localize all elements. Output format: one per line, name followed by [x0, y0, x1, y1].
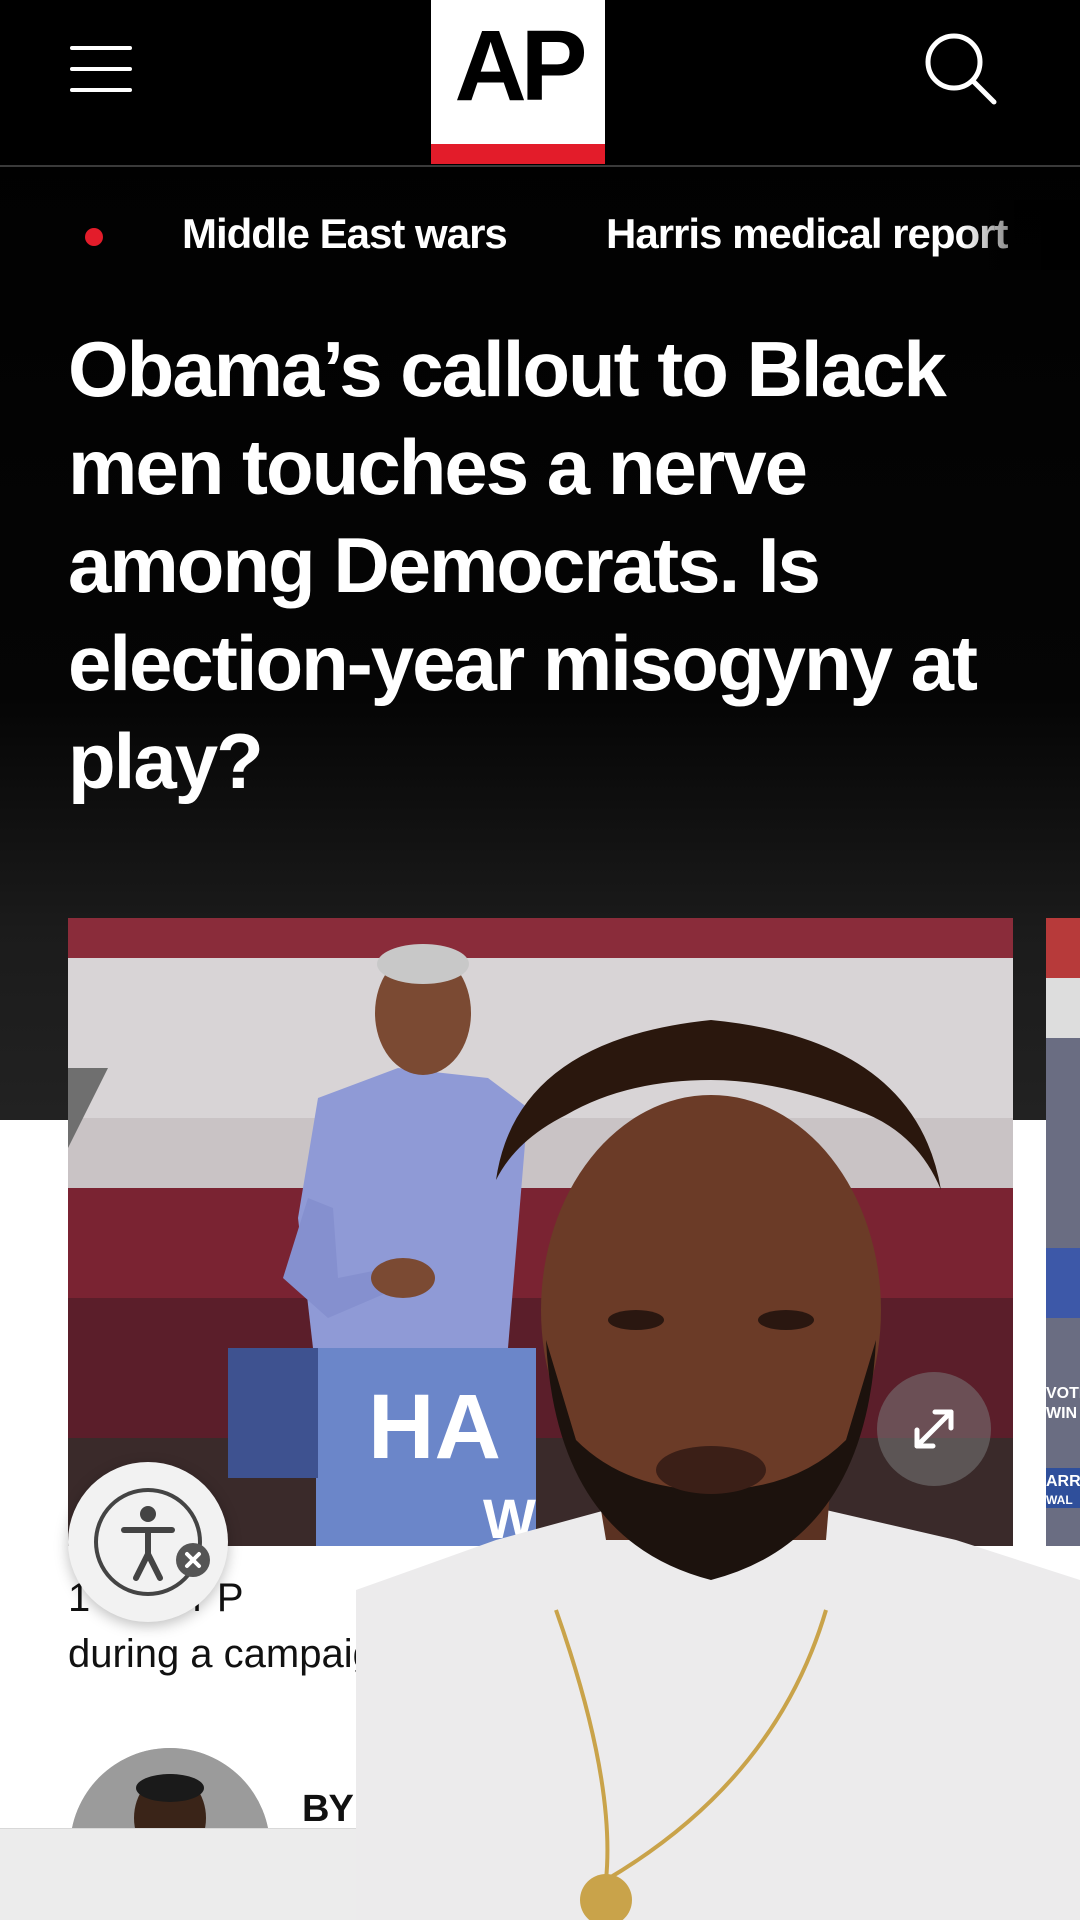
hamburger-menu-icon[interactable]	[70, 46, 132, 92]
ap-logo[interactable]: AP	[431, 0, 605, 164]
article-headline: Obama’s callout to Black men touches a n…	[68, 325, 978, 805]
live-indicator-dot	[85, 228, 103, 246]
page: AP Middle East wars Harris medical repor…	[0, 0, 1080, 1920]
trending-link-middle-east-wars[interactable]: Middle East wars	[182, 208, 508, 260]
accessibility-icon[interactable]	[68, 1462, 228, 1622]
photo-caption-line-2: during a campaig	[68, 1632, 375, 1676]
byline: BY	[302, 1788, 354, 1830]
trending-fade-overlay	[960, 200, 1080, 270]
search-icon[interactable]	[920, 28, 1000, 108]
trending-link-harris-medical-report[interactable]: Harris medical report	[606, 208, 1009, 260]
logo-red-bar	[431, 144, 605, 164]
site-header: AP	[0, 0, 1080, 167]
presenter-video-overlay	[356, 1020, 1080, 1920]
close-icon[interactable]	[176, 1543, 210, 1577]
logo-text: AP	[454, 10, 588, 122]
